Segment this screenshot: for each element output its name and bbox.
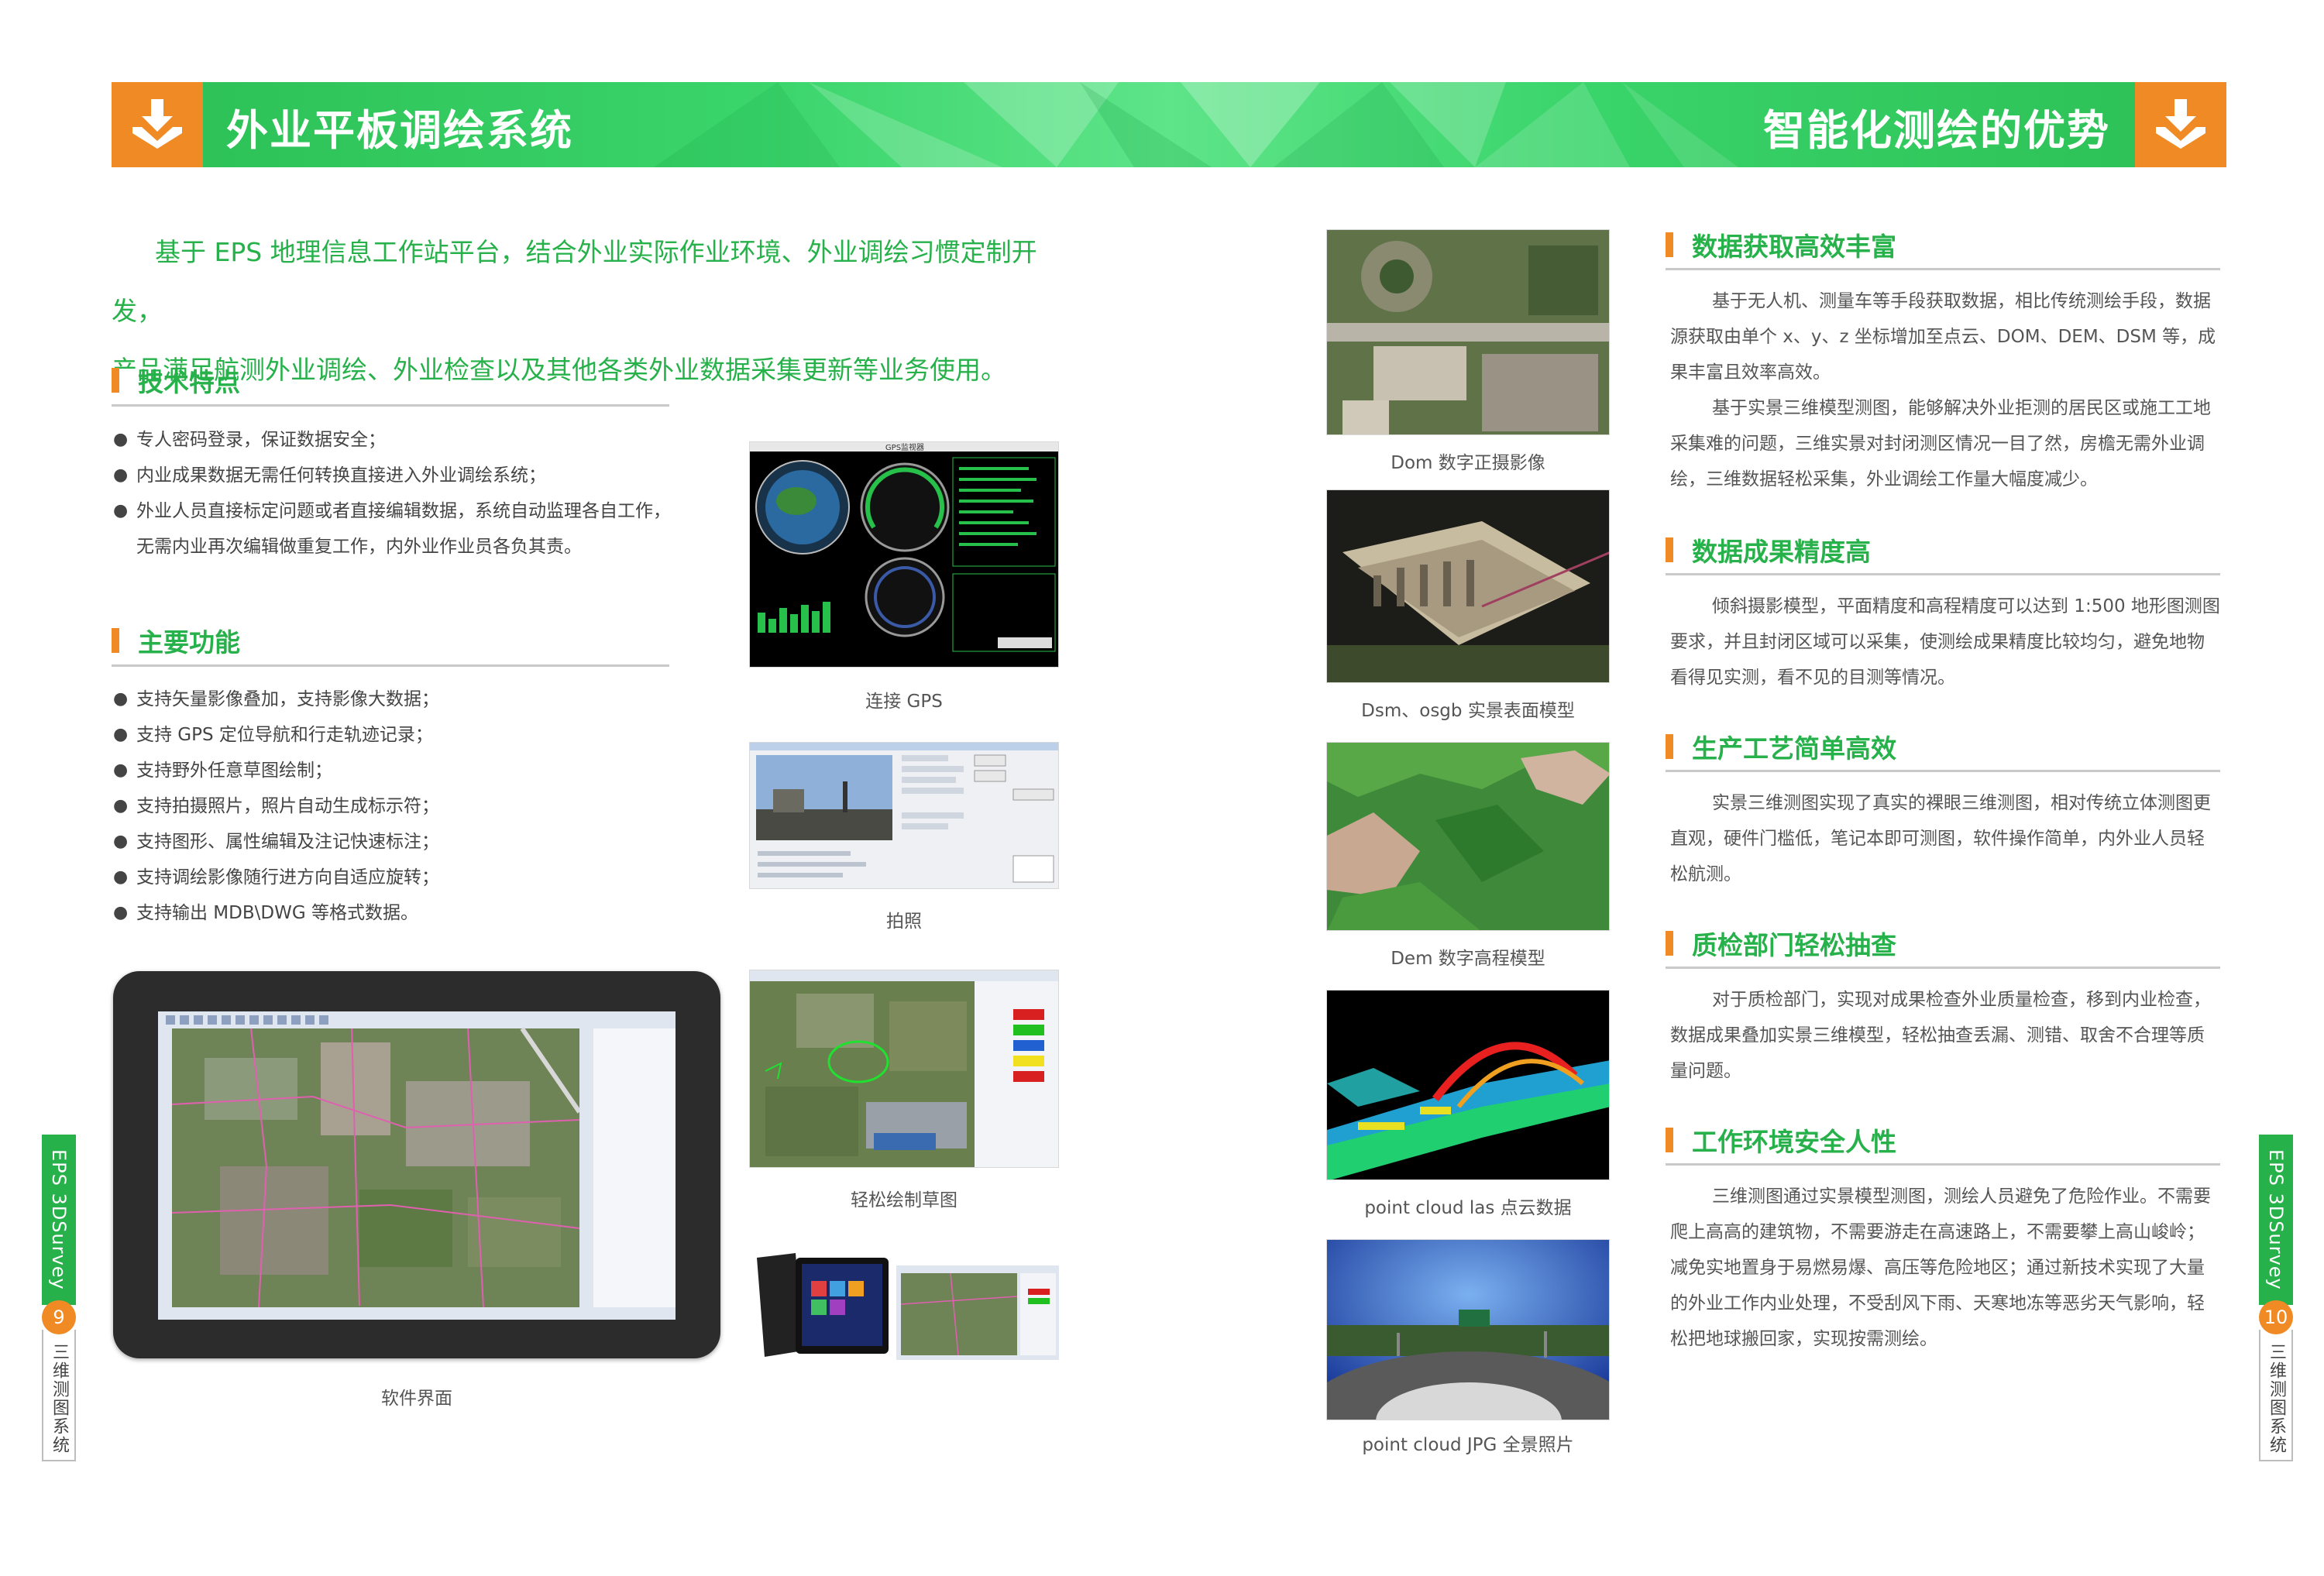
divider <box>1666 770 2220 772</box>
side-tab-product: EPS 3DSurvey <box>2259 1135 2293 1305</box>
list-item-continuation: 无需内业再次编辑做重复工作，内外业作业员各负其责。 <box>136 537 582 557</box>
main-functions-list: ● 支持矢量影像叠加，支持影像大数据； ● 支持 GPS 定位导航和行走轨迹记录； … <box>113 682 702 931</box>
divider <box>1666 1163 2220 1166</box>
list-item: ● 支持图形、属性编辑及注记快速标注； <box>113 824 702 860</box>
dom-orthophoto-image <box>1326 229 1610 435</box>
bullet-icon: ● <box>113 725 129 744</box>
bullet-icon: ● <box>113 832 129 851</box>
tablet-screen <box>158 1011 676 1320</box>
point-cloud-las-image <box>1326 990 1610 1180</box>
dsm-model-image <box>1326 489 1610 683</box>
list-item: ● 支持输出 MDB\DWG 等格式数据。 <box>113 895 702 931</box>
panorama-photo-image <box>1326 1239 1610 1420</box>
right-header-icon-box <box>2135 82 2226 167</box>
list-item: ● 支持 GPS 定位导航和行走轨迹记录； <box>113 717 702 753</box>
advantage-1-text: 基于无人机、测量车等手段获取数据，相比传统测绘手段，数据源获取由单个 x、y、z… <box>1670 283 2220 497</box>
figure-caption: Dem 数字高程模型 <box>1391 949 1545 969</box>
list-item: ● 外业人员直接标定问题或者直接编辑数据，系统自动监理各自工作， <box>113 493 717 529</box>
heading-text: 技术特点 <box>138 367 240 397</box>
side-tab-system: 三维测图系统 <box>42 1330 76 1461</box>
download-tray-icon <box>128 96 187 153</box>
figure-caption: 轻松绘制草图 <box>851 1190 957 1210</box>
figure-caption: 连接 GPS <box>865 692 943 712</box>
intro-paragraph: 基于 EPS 地理信息工作站平台，结合外业实际作业环境、外业调绘习惯定制开发， … <box>112 223 1088 400</box>
bullet-icon: ● <box>113 903 129 922</box>
list-item: ● 支持调绘影像随行进方向自适应旋转； <box>113 860 702 895</box>
download-tray-icon <box>2151 96 2210 153</box>
bullet-icon: ● <box>113 430 129 449</box>
advantage-4-text: 对于质检部门，实现对成果检查外业质量检查，移到内业检查，数据成果叠加实景三维模型… <box>1670 982 2220 1089</box>
left-header-icon-box <box>112 82 203 167</box>
heading-bar <box>1666 734 1673 759</box>
bullet-icon: ● <box>113 501 129 520</box>
paragraph: 三维测图通过实景模型测图，测绘人员避免了危险作业。不需要爬上高高的建筑物，不需要… <box>1670 1186 2211 1349</box>
paragraph: 实景三维测图实现了真实的裸眼三维测图，相对传统立体测图更直观，硬件门槛低，笔记本… <box>1670 793 2211 884</box>
section-heading-advantage-1: 数据获取高效丰富 <box>1666 226 1896 263</box>
divider <box>1666 967 2220 969</box>
section-heading-advantage-3: 生产工艺简单高效 <box>1666 728 1896 765</box>
figure-caption: 拍照 <box>886 912 922 932</box>
left-side-tab: EPS 3DSurvey 9 三维测图系统 <box>42 1135 76 1461</box>
intro-line-2: 产品满足航测外业调绘、外业检查以及其他各类外业数据采集更新等业务使用。 <box>112 355 1006 385</box>
divider <box>1666 573 2220 575</box>
right-side-tab: EPS 3DSurvey 10 三维测图系统 <box>2259 1135 2293 1461</box>
heading-text: 生产工艺简单高效 <box>1692 733 1896 764</box>
gps-window-title: GPS监视器 <box>885 442 924 452</box>
photo-dialog-image <box>749 742 1059 889</box>
gps-monitor-image: GPS监视器 <box>749 441 1059 668</box>
bullet-icon: ● <box>113 796 129 815</box>
section-heading-main-functions: 主要功能 <box>112 622 240 659</box>
heading-bar <box>1666 537 1673 562</box>
intro-line-1: 基于 EPS 地理信息工作站平台，结合外业实际作业环境、外业调绘习惯定制开发， <box>112 237 1037 326</box>
heading-text: 质检部门轻松抽查 <box>1692 930 1896 960</box>
list-item: ● 专人密码登录，保证数据安全； <box>113 422 717 458</box>
bullet-icon: ● <box>113 867 129 887</box>
heading-text: 主要功能 <box>138 627 240 658</box>
tablet-products-image <box>749 1250 1059 1360</box>
tech-features-list: ● 专人密码登录，保证数据安全； ● 内业成果数据无需任何转换直接进入外业调绘系统；… <box>113 422 717 565</box>
list-item: ● 支持矢量影像叠加，支持影像大数据； <box>113 682 702 717</box>
list-item: ● 内业成果数据无需任何转换直接进入外业调绘系统； <box>113 458 717 493</box>
heading-bar <box>1666 232 1673 257</box>
heading-bar <box>112 368 119 393</box>
side-tab-system: 三维测图系统 <box>2259 1330 2293 1461</box>
dem-elevation-image <box>1326 742 1610 931</box>
section-heading-advantage-5: 工作环境安全人性 <box>1666 1121 1896 1159</box>
side-tab-product: EPS 3DSurvey <box>42 1135 76 1305</box>
advantage-3-text: 实景三维测图实现了真实的裸眼三维测图，相对传统立体测图更直观，硬件门槛低，笔记本… <box>1670 785 2220 892</box>
divider <box>112 404 669 407</box>
bullet-icon: ● <box>113 761 129 780</box>
bullet-icon: ● <box>113 465 129 485</box>
bullet-icon: ● <box>113 689 129 709</box>
heading-text: 数据获取高效丰富 <box>1692 232 1896 262</box>
heading-text: 数据成果精度高 <box>1692 537 1871 567</box>
divider <box>112 664 669 667</box>
figure-caption: point cloud las 点云数据 <box>1364 1198 1572 1218</box>
heading-bar <box>112 628 119 653</box>
figure-caption: 软件界面 <box>381 1389 452 1409</box>
header-banner: 外业平板调绘系统 智能化测绘的优势 <box>112 82 2226 167</box>
heading-bar <box>1666 931 1673 956</box>
heading-bar <box>1666 1128 1673 1152</box>
list-item: ● 支持野外任意草图绘制； <box>113 753 702 788</box>
section-heading-advantage-4: 质检部门轻松抽查 <box>1666 925 1896 962</box>
paragraph: 基于无人机、测量车等手段获取数据，相比传统测绘手段，数据源获取由单个 x、y、z… <box>1670 291 2216 383</box>
heading-text: 工作环境安全人性 <box>1692 1127 1896 1157</box>
tablet-device-image <box>113 971 720 1358</box>
divider <box>1666 268 2220 270</box>
paragraph: 倾斜摄影模型，平面精度和高程精度可以达到 1:500 地形图测图要求，并且封闭区… <box>1670 596 2220 688</box>
paragraph: 基于实景三维模型测图，能够解决外业拒测的居民区或施工工地采集难的问题，三维实景对… <box>1670 398 2211 489</box>
left-page-title: 外业平板调绘系统 <box>226 106 573 155</box>
sketch-image <box>749 970 1059 1168</box>
figure-caption: Dsm、osgb 实景表面模型 <box>1361 701 1575 721</box>
paragraph: 对于质检部门，实现对成果检查外业质量检查，移到内业检查，数据成果叠加实景三维模型… <box>1670 990 2211 1081</box>
section-heading-advantage-2: 数据成果精度高 <box>1666 531 1871 568</box>
advantage-2-text: 倾斜摄影模型，平面精度和高程精度可以达到 1:500 地形图测图要求，并且封闭区… <box>1670 589 2220 695</box>
right-page-title: 智能化测绘的优势 <box>1763 106 2110 155</box>
section-heading-tech-features: 技术特点 <box>112 362 240 399</box>
figure-caption: Dom 数字正摄影像 <box>1391 453 1545 473</box>
advantage-5-text: 三维测图通过实景模型测图，测绘人员避免了危险作业。不需要爬上高高的建筑物，不需要… <box>1670 1179 2220 1357</box>
list-item: ● 支持拍摄照片，照片自动生成标示符； <box>113 788 702 824</box>
figure-caption: point cloud JPG 全景照片 <box>1362 1435 1574 1455</box>
